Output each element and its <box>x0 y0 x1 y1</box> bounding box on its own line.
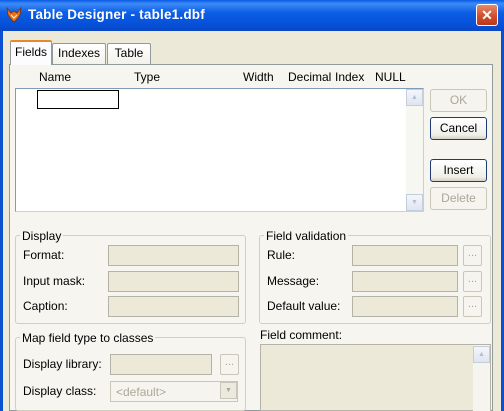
rule-input[interactable] <box>352 245 458 266</box>
tab-table[interactable]: Table <box>107 43 151 64</box>
insert-button[interactable]: Insert <box>430 159 487 182</box>
input-mask-label: Input mask: <box>23 274 86 288</box>
default-value-input[interactable] <box>352 296 458 317</box>
arrow-up-icon: ▲ <box>411 94 418 101</box>
caption-input[interactable] <box>108 296 239 317</box>
display-class-label: Display class: <box>23 384 97 398</box>
title-bar[interactable]: Table Designer - table1.dbf ✕ <box>0 0 504 31</box>
caption-label: Caption: <box>23 299 68 313</box>
fox-icon <box>6 6 22 23</box>
table-designer-window: Table Designer - table1.dbf ✕ Fields Ind… <box>0 0 504 411</box>
tab-fields[interactable]: Fields <box>10 40 52 65</box>
display-library-label: Display library: <box>23 357 102 371</box>
column-header-type: Type <box>134 70 161 84</box>
message-input[interactable] <box>352 271 458 292</box>
insert-button-label: Insert <box>443 163 474 177</box>
field-name-cell[interactable] <box>37 90 119 109</box>
arrow-up-icon: ▲ <box>478 351 485 358</box>
default-value-browse-button[interactable]: ... <box>463 296 482 317</box>
column-header-null: NULL <box>375 70 406 84</box>
window-frame-left <box>0 31 3 411</box>
column-header-name: Name <box>39 70 72 84</box>
display-library-input[interactable] <box>110 354 212 375</box>
format-label: Format: <box>23 248 65 262</box>
field-comment-textarea[interactable] <box>260 344 491 411</box>
field-validation-legend: Field validation <box>264 229 349 243</box>
chevron-down-icon: ▼ <box>225 387 232 394</box>
column-header-width: Width <box>243 70 274 84</box>
message-browse-label: ... <box>467 273 478 285</box>
display-class-value: <default> <box>116 385 167 399</box>
tab-indexes[interactable]: Indexes <box>52 43 106 64</box>
tab-indexes-label: Indexes <box>57 46 101 60</box>
close-icon: ✕ <box>481 7 493 23</box>
display-group-legend: Display <box>20 229 64 243</box>
comment-vertical-scrollbar[interactable]: ▲ <box>473 345 490 411</box>
display-library-browse-button[interactable]: ... <box>220 354 239 375</box>
column-header-index: Index <box>335 70 365 84</box>
arrow-down-icon: ▼ <box>411 199 418 206</box>
scroll-down-button[interactable]: ▼ <box>406 194 423 211</box>
map-field-type-legend: Map field type to classes <box>20 331 156 345</box>
input-mask-input[interactable] <box>108 271 239 292</box>
rule-browse-button[interactable]: ... <box>463 245 482 266</box>
field-comment-label: Field comment: <box>260 328 343 342</box>
display-library-browse-label: ... <box>224 356 235 368</box>
cancel-button[interactable]: Cancel <box>430 117 487 140</box>
ok-button[interactable]: OK <box>430 89 487 112</box>
tab-fields-label: Fields <box>14 45 47 59</box>
message-label: Message: <box>267 274 320 288</box>
rule-label: Rule: <box>267 248 296 262</box>
window-title: Table Designer - table1.dbf <box>28 7 205 22</box>
delete-button[interactable]: Delete <box>430 187 487 210</box>
display-class-dropdown[interactable]: <default> <box>110 381 238 402</box>
format-input[interactable] <box>108 245 239 266</box>
message-browse-button[interactable]: ... <box>463 271 482 292</box>
close-button[interactable]: ✕ <box>476 4 498 26</box>
default-value-label: Default value: <box>267 299 341 313</box>
ok-button-label: OK <box>449 93 468 107</box>
comment-scroll-up-button[interactable]: ▲ <box>473 346 490 363</box>
display-class-dropdown-arrow[interactable]: ▼ <box>220 382 237 399</box>
cancel-button-label: Cancel <box>439 121 478 135</box>
grid-vertical-scrollbar[interactable]: ▲ ▼ <box>406 89 423 211</box>
scroll-up-button[interactable]: ▲ <box>406 89 423 106</box>
default-value-browse-label: ... <box>467 298 478 310</box>
tab-table-label: Table <box>114 46 144 60</box>
rule-browse-label: ... <box>467 247 478 259</box>
delete-button-label: Delete <box>441 191 476 205</box>
column-header-decimal: Decimal <box>288 70 332 84</box>
